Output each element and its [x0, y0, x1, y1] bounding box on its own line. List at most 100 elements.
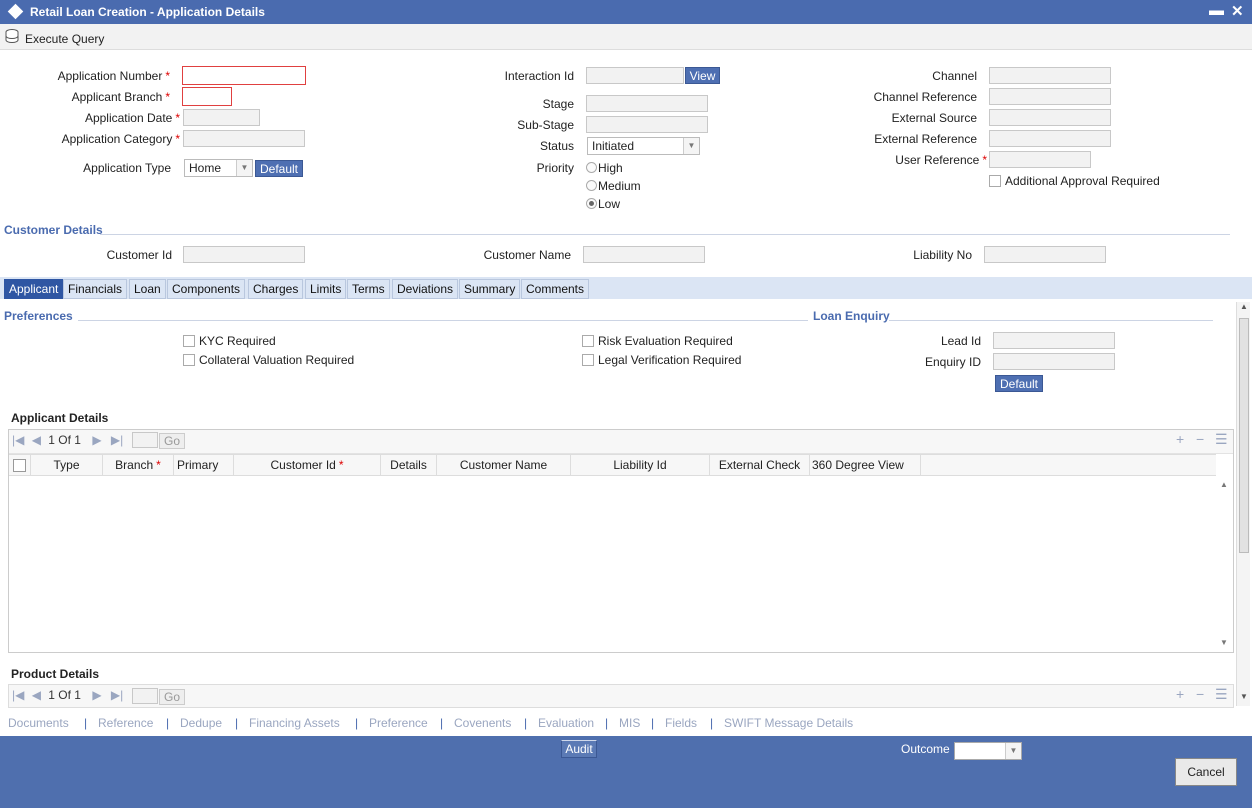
- channel-input[interactable]: [989, 67, 1111, 84]
- scroll-up-icon[interactable]: ▲: [1240, 302, 1248, 311]
- scrollbar-thumb[interactable]: [1239, 318, 1249, 553]
- status-select[interactable]: Initiated ▼: [587, 137, 700, 155]
- link-mis[interactable]: MIS: [619, 716, 640, 730]
- col-primary[interactable]: Primary: [174, 455, 234, 475]
- kyc-required-checkbox[interactable]: KYC Required: [183, 334, 276, 348]
- col-branch[interactable]: Branch *: [103, 455, 174, 475]
- grid-scroll-up-icon[interactable]: ▲: [1220, 480, 1228, 489]
- window-title: Retail Loan Creation - Application Detai…: [30, 5, 265, 19]
- applicant-go-button[interactable]: Go: [159, 433, 185, 449]
- single-view-icon[interactable]: ☰: [1215, 686, 1228, 703]
- application-date-input[interactable]: [183, 109, 260, 126]
- link-swift-message-details[interactable]: SWIFT Message Details: [724, 716, 853, 730]
- priority-medium-radio[interactable]: Medium: [586, 179, 641, 193]
- close-icon[interactable]: ✕: [1231, 2, 1244, 20]
- tab-deviations[interactable]: Deviations: [392, 279, 459, 299]
- risk-evaluation-checkbox[interactable]: Risk Evaluation Required: [582, 334, 733, 348]
- view-button[interactable]: View: [685, 67, 720, 84]
- col-external-check[interactable]: External Check: [710, 455, 810, 475]
- delete-row-icon[interactable]: −: [1196, 686, 1204, 702]
- collateral-valuation-checkbox[interactable]: Collateral Valuation Required: [183, 353, 354, 367]
- external-reference-input[interactable]: [989, 130, 1111, 147]
- product-page-input[interactable]: [132, 688, 158, 704]
- tab-comments[interactable]: Comments: [521, 279, 590, 299]
- col-details[interactable]: Details: [381, 455, 437, 475]
- channel-reference-input[interactable]: [989, 88, 1111, 105]
- col-customer-name[interactable]: Customer Name: [437, 455, 571, 475]
- tab-summary[interactable]: Summary: [459, 279, 521, 299]
- tab-loan[interactable]: Loan: [129, 279, 166, 299]
- vertical-scrollbar[interactable]: ▲ ▼: [1236, 302, 1250, 706]
- interaction-id-input[interactable]: [586, 67, 684, 84]
- priority-low-radio[interactable]: Low: [586, 197, 620, 211]
- applicant-branch-input[interactable]: [182, 87, 232, 106]
- cancel-button[interactable]: Cancel: [1175, 758, 1237, 786]
- next-page-icon[interactable]: ▶: [92, 433, 101, 447]
- stage-input[interactable]: [586, 95, 708, 112]
- customer-name-input[interactable]: [583, 246, 705, 263]
- customer-details-divider: [100, 234, 1230, 235]
- additional-approval-checkbox[interactable]: Additional Approval Required: [989, 174, 1160, 188]
- add-row-icon[interactable]: +: [1176, 431, 1184, 447]
- subsystem-links: Documents | Reference | Dedupe | Financi…: [0, 712, 1252, 736]
- minimize-icon[interactable]: ▬: [1209, 2, 1224, 19]
- outcome-select[interactable]: ▼: [954, 742, 1022, 760]
- link-covenents[interactable]: Covenents: [454, 716, 511, 730]
- first-page-icon[interactable]: |◀: [12, 433, 24, 447]
- toolbar: Execute Query: [0, 24, 1252, 50]
- application-default-button[interactable]: Default: [255, 160, 303, 177]
- add-row-icon[interactable]: +: [1176, 686, 1184, 702]
- tab-components[interactable]: Components: [167, 279, 246, 299]
- col-type[interactable]: Type: [31, 455, 103, 475]
- link-fields[interactable]: Fields: [665, 716, 697, 730]
- enquiry-id-input[interactable]: [993, 353, 1115, 370]
- priority-high-radio[interactable]: High: [586, 161, 623, 175]
- col-customer-id[interactable]: Customer Id *: [234, 455, 381, 475]
- link-dedupe[interactable]: Dedupe: [180, 716, 222, 730]
- execute-query-button[interactable]: Execute Query: [25, 32, 104, 46]
- link-reference[interactable]: Reference: [98, 716, 153, 730]
- application-type-label: Application Type: [83, 161, 171, 175]
- scroll-down-icon[interactable]: ▼: [1240, 692, 1248, 701]
- sub-stage-input[interactable]: [586, 116, 708, 133]
- link-documents[interactable]: Documents: [8, 716, 69, 730]
- last-page-icon[interactable]: ▶|: [111, 688, 123, 702]
- tab-limits[interactable]: Limits: [305, 279, 347, 299]
- checkbox-icon: [582, 354, 594, 366]
- prev-page-icon[interactable]: ◀: [32, 688, 41, 702]
- tab-charges[interactable]: Charges: [248, 279, 304, 299]
- tab-applicant[interactable]: Applicant: [4, 279, 64, 299]
- delete-row-icon[interactable]: −: [1196, 431, 1204, 447]
- application-type-select[interactable]: Home ▼: [184, 159, 253, 177]
- application-number-input[interactable]: [182, 66, 306, 85]
- last-page-icon[interactable]: ▶|: [111, 433, 123, 447]
- grid-scroll-down-icon[interactable]: ▼: [1220, 638, 1228, 647]
- next-page-icon[interactable]: ▶: [92, 688, 101, 702]
- user-reference-input[interactable]: [989, 151, 1091, 168]
- prev-page-icon[interactable]: ◀: [32, 433, 41, 447]
- col-360-degree-view[interactable]: 360 Degree View: [810, 455, 921, 475]
- select-all-checkbox[interactable]: [13, 459, 26, 472]
- applicant-page-input[interactable]: [132, 432, 158, 448]
- application-category-input[interactable]: [183, 130, 305, 147]
- external-source-input[interactable]: [989, 109, 1111, 126]
- chevron-down-icon: ▼: [1005, 743, 1021, 759]
- execute-query-icon[interactable]: [5, 29, 20, 44]
- application-number-label: Application Number *: [57, 69, 170, 83]
- link-financing-assets[interactable]: Financing Assets: [249, 716, 340, 730]
- single-view-icon[interactable]: ☰: [1215, 431, 1228, 448]
- enquiry-default-button[interactable]: Default: [995, 375, 1043, 392]
- link-evaluation[interactable]: Evaluation: [538, 716, 594, 730]
- legal-verification-checkbox[interactable]: Legal Verification Required: [582, 353, 741, 367]
- tab-financials[interactable]: Financials: [63, 279, 128, 299]
- application-date-label: Application Date *: [84, 111, 180, 125]
- liability-no-input[interactable]: [984, 246, 1106, 263]
- product-go-button[interactable]: Go: [159, 689, 185, 705]
- link-preference[interactable]: Preference: [369, 716, 428, 730]
- audit-button[interactable]: Audit: [561, 740, 597, 758]
- first-page-icon[interactable]: |◀: [12, 688, 24, 702]
- lead-id-input[interactable]: [993, 332, 1115, 349]
- customer-id-input[interactable]: [183, 246, 305, 263]
- col-liability-id[interactable]: Liability Id: [571, 455, 710, 475]
- tab-terms[interactable]: Terms: [347, 279, 390, 299]
